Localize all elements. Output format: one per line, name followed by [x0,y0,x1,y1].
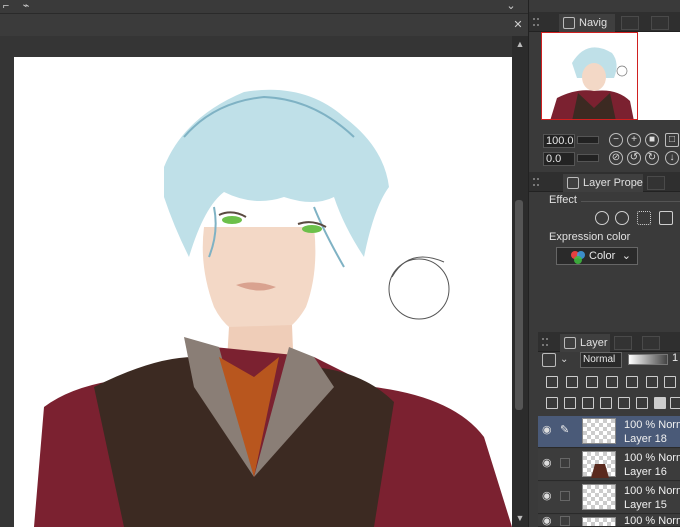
layer-opacity-mode: 100 % Normal [624,452,680,464]
mask-icon[interactable] [626,376,638,388]
scroll-down-icon[interactable]: ▼ [514,512,526,524]
navigator-thumbnail [550,47,634,119]
halftone-icon[interactable] [637,211,651,225]
layer-color-box[interactable] [542,353,556,367]
close-canvas-icon[interactable]: ✕ [512,19,524,31]
effect-label: Effect [549,194,577,206]
vest-thumbnail [591,464,609,478]
new-folder-icon[interactable] [582,397,594,409]
flip-horizontal-icon[interactable]: ⊘ [609,151,623,165]
visibility-eye-icon[interactable]: ◉ [542,425,554,436]
blend-expand-icon[interactable]: ⌄ [560,354,568,365]
new-raster-layer-icon[interactable] [546,397,558,409]
border-effect-icon[interactable] [595,211,609,225]
navigator-tabbar: Navig [529,12,680,32]
canvas-scroll-thumb[interactable] [515,200,523,410]
layer-opacity-mode: 100 % Normal [624,485,680,497]
panel-grip-icon[interactable] [533,18,539,26]
clip-layer-icon[interactable] [546,376,558,388]
layer-color-icon[interactable] [659,211,673,225]
layer-lock-box[interactable] [560,491,570,501]
navigator-blank-area [638,32,680,120]
actual-size-icon[interactable]: □ [665,133,679,147]
more-options-icon[interactable] [664,376,676,388]
tab-navigator[interactable]: Navig [559,14,615,32]
delete-layer-icon[interactable] [636,397,648,409]
layer-thumbnail [582,484,616,510]
rotate-right-icon[interactable]: ↻ [645,151,659,165]
rotate-left-icon[interactable]: ↺ [627,151,641,165]
chevron-down-icon: ⌄ [621,250,631,262]
visibility-eye-icon[interactable]: ◉ [542,491,554,502]
transfer-down-icon[interactable] [600,397,612,409]
apply-mask-icon[interactable] [670,397,680,409]
tab-subview[interactable] [621,16,639,30]
layer-property-icon [567,177,579,189]
layer-tabbar: Layer [538,332,680,352]
tab-layer-search[interactable] [614,336,632,350]
zoom-out-icon[interactable]: − [609,133,623,147]
layer-row-18[interactable]: ◉ ✎ 100 % Normal Layer 18 [538,416,680,448]
top-toolbar: ⌐ ⌁ ⌄ [0,0,528,14]
layer-name: Layer 15 [624,499,667,511]
brush-tool-icon[interactable]: ⌐ [0,0,12,12]
tab-item-bank[interactable] [651,16,669,30]
expression-color-dropdown[interactable]: Color ⌄ [556,247,638,265]
layer-name: Layer 18 [624,433,667,445]
lock-layer-icon[interactable] [586,376,598,388]
rotate-slider[interactable] [577,154,599,162]
pen-edit-icon: ✎ [560,424,570,436]
illustration [34,89,512,527]
layer-row-partial[interactable]: ◉ 100 % Normal [538,515,680,527]
layer-opacity-mode: 100 % Normal [624,419,680,431]
canvas-tab-bar: ✕ [0,14,528,36]
opacity-slider[interactable] [628,354,668,365]
reference-layer-icon[interactable] [566,376,578,388]
opacity-value: 1 [672,352,679,364]
tone-effect-icon[interactable] [615,211,629,225]
expression-color-label: Expression color [549,231,631,243]
tab-layer-property[interactable]: Layer Propert [563,174,643,192]
drawing-canvas[interactable] [14,57,512,527]
navigator-preview[interactable] [541,32,638,120]
visibility-eye-icon[interactable]: ◉ [542,516,554,527]
tab-animation[interactable] [642,336,660,350]
layer-icon [564,337,576,349]
layer-property-tabbar: Layer Propert [529,172,680,192]
scroll-up-icon[interactable]: ▲ [514,38,526,50]
panel-collapse-icon[interactable]: ⌄ [505,0,517,12]
fit-window-icon[interactable]: ■ [645,133,659,147]
zoom-value-field[interactable]: 100.0 [543,134,575,148]
panel-grip-icon[interactable] [533,178,539,186]
merge-down-icon[interactable] [618,397,630,409]
layer-name: Layer 16 [624,466,667,478]
layer-opacity-mode: 100 % Normal [624,515,680,527]
zoom-slider[interactable] [577,136,599,144]
layer-thumbnail [582,451,616,478]
color-mode-icon [571,251,585,264]
visibility-eye-icon[interactable]: ◉ [542,458,554,469]
layer-lock-box[interactable] [560,458,570,468]
tab-history[interactable] [647,176,665,190]
rotate-value-field[interactable]: 0.0 [543,152,575,166]
lock-transparency-icon[interactable] [606,376,618,388]
lasso-icon[interactable]: ⌁ [20,0,32,12]
zoom-in-icon[interactable]: + [627,133,641,147]
navigator-icon [563,17,575,29]
panel-grip-icon[interactable] [542,338,548,346]
layer-row-16[interactable]: ◉ 100 % Normal Layer 16 [538,449,680,481]
layer-thumbnail [582,418,616,444]
ruler-icon[interactable] [646,376,658,388]
effect-divider [581,201,680,202]
new-vector-layer-icon[interactable] [564,397,576,409]
blend-mode-dropdown[interactable]: Normal [580,352,622,368]
layer-lock-box[interactable] [560,516,570,526]
tab-layer[interactable]: Layer [560,334,610,352]
create-mask-icon[interactable] [654,397,666,409]
reset-rotation-icon[interactable]: ↓ [665,151,679,165]
layer-row-15[interactable]: ◉ 100 % Normal Layer 15 [538,482,680,514]
layer-thumbnail [582,517,616,526]
